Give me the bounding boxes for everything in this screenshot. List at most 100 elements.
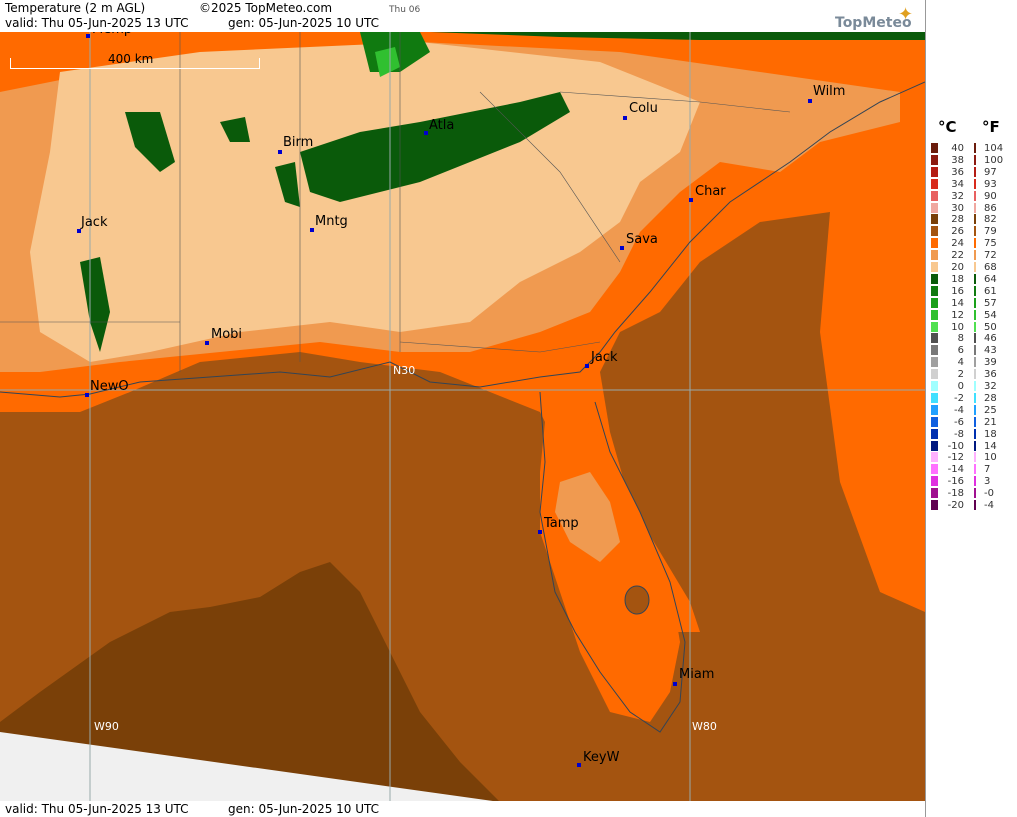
- legend-tick: [974, 250, 976, 261]
- legend-tick: [974, 273, 976, 284]
- legend-row: 38 100: [926, 154, 1017, 166]
- legend-swatch: [931, 154, 938, 165]
- city-label-colu: Colu: [629, 101, 658, 116]
- legend-celsius-value: 4: [957, 357, 964, 369]
- city-label-tamp: Tamp: [544, 516, 579, 531]
- city-marker: [577, 763, 581, 767]
- scale-bar-label: 400 km: [108, 52, 154, 66]
- legend-tick: [974, 262, 976, 272]
- legend-tick: [974, 488, 976, 499]
- city-label-wilm: Wilm: [813, 84, 846, 99]
- footer-generated-time: gen: 05-Jun-2025 10 UTC: [228, 802, 380, 816]
- legend-tick: [974, 238, 976, 249]
- legend-fahrenheit-value: 46: [984, 333, 997, 345]
- legend-row: 0 32: [926, 381, 1017, 392]
- map-title: Temperature (2 m AGL): [5, 1, 146, 15]
- legend-fahrenheit-value: 82: [984, 214, 997, 226]
- map-footer: valid: Thu 05-Jun-2025 13 UTC gen: 05-Ju…: [0, 801, 925, 817]
- legend-tick: [974, 190, 976, 201]
- city-marker: [424, 131, 428, 135]
- legend-tick: [974, 297, 976, 308]
- legend-row: 2 36: [926, 369, 1017, 380]
- legend-tick: [974, 500, 976, 510]
- city-label-mntg: Mntg: [315, 214, 348, 229]
- temperature-legend: °C °F 40 104 38 100 36 97 34 93 32 90 30 86 28 82 26 79…: [925, 0, 1017, 817]
- legend-celsius-value: 38: [951, 154, 964, 166]
- legend-fahrenheit-value: 18: [984, 428, 997, 440]
- legend-celsius-value: -20: [947, 500, 964, 511]
- generated-time: gen: 05-Jun-2025 10 UTC: [228, 16, 380, 30]
- temperature-map[interactable]: [0, 32, 926, 802]
- legend-fahrenheit-value: 68: [984, 262, 997, 273]
- legend-row: 30 86: [926, 202, 1017, 214]
- city-marker: [673, 682, 677, 686]
- legend-swatch: [931, 226, 938, 237]
- city-label-mobi: Mobi: [211, 327, 243, 342]
- legend-celsius-value: 12: [951, 309, 964, 321]
- legend-tick: [974, 143, 976, 153]
- city-label-sava: Sava: [626, 232, 658, 247]
- legend-celsius-value: 10: [951, 321, 964, 333]
- legend-tick: [974, 214, 976, 225]
- city-label-atla: Atla: [429, 118, 455, 133]
- grid-label-n30: N30: [393, 364, 416, 377]
- legend-swatch: [931, 285, 938, 296]
- city-marker: [585, 364, 589, 368]
- legend-celsius-value: 14: [951, 297, 964, 309]
- legend-row: 36 97: [926, 166, 1017, 178]
- legend-swatch: [931, 166, 938, 177]
- legend-tick: [974, 285, 976, 296]
- legend-tick: [974, 154, 976, 165]
- legend-celsius-value: 18: [951, 273, 964, 285]
- legend-celsius-value: -4: [954, 404, 964, 416]
- legend-swatch: [931, 416, 938, 427]
- legend-unit-fahrenheit: °F: [982, 118, 1000, 136]
- legend-tick: [974, 226, 976, 237]
- legend-fahrenheit-value: 14: [984, 440, 997, 452]
- legend-swatch: [931, 500, 938, 510]
- legend-fahrenheit-value: 104: [984, 143, 1004, 154]
- legend-fahrenheit-value: 79: [984, 226, 997, 238]
- legend-row: 8 46: [926, 333, 1017, 344]
- legend-swatch: [931, 476, 938, 487]
- legend-row: 28 82: [926, 214, 1017, 225]
- legend-fahrenheit-value: 64: [984, 273, 997, 285]
- legend-swatch: [931, 440, 938, 451]
- legend-swatch: [931, 238, 938, 249]
- legend-fahrenheit-value: 100: [984, 154, 1004, 166]
- legend-swatch: [931, 143, 938, 153]
- city-label-char: Char: [695, 184, 726, 199]
- legend-fahrenheit-value: -0: [984, 488, 994, 500]
- legend-celsius-value: 24: [951, 238, 964, 250]
- legend-swatch: [931, 202, 938, 213]
- legend-tick: [974, 357, 976, 368]
- legend-celsius-value: 0: [957, 381, 964, 392]
- legend-celsius-value: -12: [947, 452, 964, 464]
- legend-row: 4 39: [926, 357, 1017, 368]
- legend-swatch: [931, 357, 938, 368]
- city-marker: [86, 34, 90, 38]
- legend-celsius-value: -2: [954, 392, 964, 404]
- legend-tick: [974, 369, 976, 380]
- legend-celsius-value: 8: [957, 333, 964, 345]
- day-tab[interactable]: Thu 06: [389, 3, 420, 17]
- legend-swatch: [931, 345, 938, 356]
- compass-star-icon: ✦: [898, 4, 914, 25]
- legend-fahrenheit-value: 86: [984, 202, 997, 214]
- legend-row: -14 7: [926, 464, 1017, 475]
- legend-swatch: [931, 392, 938, 403]
- legend-swatch: [931, 369, 938, 380]
- legend-swatch: [931, 464, 938, 475]
- legend-swatch: [931, 428, 938, 439]
- legend-row: -4 25: [926, 404, 1017, 416]
- legend-row: 34 93: [926, 178, 1017, 190]
- legend-row: -10 14: [926, 440, 1017, 452]
- legend-swatch: [931, 488, 938, 499]
- legend-swatch: [931, 321, 938, 332]
- city-marker: [310, 228, 314, 232]
- legend-fahrenheit-value: 32: [984, 381, 997, 392]
- legend-fahrenheit-value: 7: [984, 464, 991, 476]
- legend-tick: [974, 404, 976, 415]
- legend-row: 16 61: [926, 285, 1017, 297]
- legend-tick: [974, 309, 976, 320]
